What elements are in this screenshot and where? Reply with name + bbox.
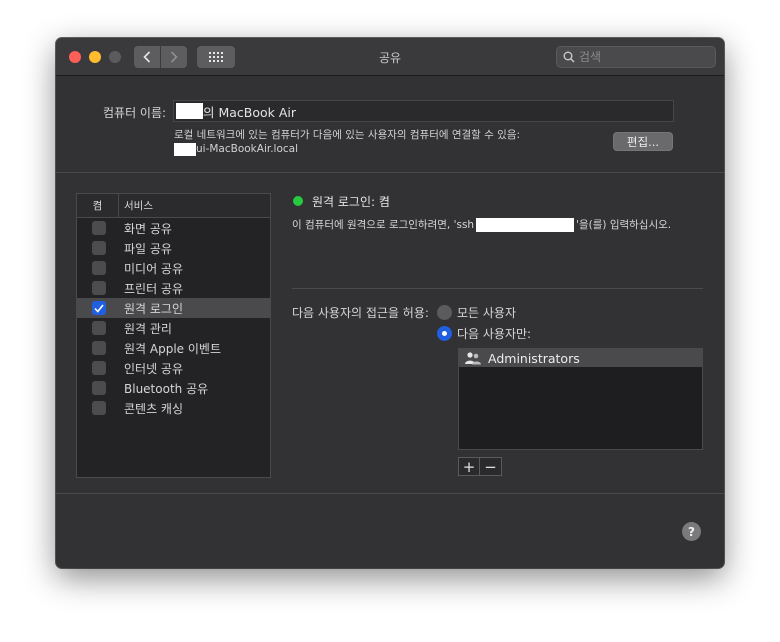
radio-only-these-users[interactable]: 다음 사용자만: <box>437 325 531 342</box>
service-row-remote-management[interactable]: 원격 관리 <box>77 318 270 338</box>
service-row-printer-sharing[interactable]: 프린터 공유 <box>77 278 270 298</box>
service-row-screen-sharing[interactable]: 화면 공유 <box>77 218 270 238</box>
search-field[interactable] <box>556 46 716 68</box>
ssh-instructions-before: 이 컴퓨터에 원격으로 로그인하려면, 'ssh <box>292 219 475 231</box>
service-label: 원격 Apple 이벤트 <box>124 341 221 356</box>
service-label: 인터넷 공유 <box>124 361 184 376</box>
service-label: 화면 공유 <box>124 221 172 236</box>
service-status: 원격 로그인: 켬 <box>312 195 390 209</box>
service-label: 원격 로그인 <box>124 301 184 316</box>
service-row-content-caching[interactable]: 콘텐츠 캐싱 <box>77 398 270 418</box>
service-row-internet-sharing[interactable]: 인터넷 공유 <box>77 358 270 378</box>
search-input[interactable] <box>579 50 709 64</box>
redacted-block <box>476 217 575 232</box>
sharing-window: 공유 컴퓨터 이름: 의 MacBook Air 로컬 네트워크에 있는 컴퓨터… <box>56 38 724 568</box>
computer-name-value: 의 MacBook Air <box>203 104 297 120</box>
allowed-users-list: Administrators <box>458 348 703 450</box>
services-list: 켬 서비스 화면 공유 파일 공유 미디어 공유 프린터 공유 원격 로그인 원… <box>76 193 271 478</box>
service-checkbox[interactable] <box>92 361 106 375</box>
service-checkbox[interactable] <box>92 301 106 315</box>
column-header-on[interactable]: 켬 <box>77 194 119 217</box>
service-label: 원격 관리 <box>124 321 172 336</box>
computer-name-label: 컴퓨터 이름: <box>103 106 167 120</box>
service-row-file-sharing[interactable]: 파일 공유 <box>77 238 270 258</box>
help-button[interactable]: ? <box>682 522 701 541</box>
ssh-instructions: 이 컴퓨터에 원격으로 로그인하려면, 'ssh '을(를) 입력하십시오. <box>292 217 671 232</box>
service-row-remote-apple-events[interactable]: 원격 Apple 이벤트 <box>77 338 270 358</box>
checkmark-icon <box>94 304 104 313</box>
service-checkbox[interactable] <box>92 261 106 275</box>
radio-button[interactable] <box>437 326 452 341</box>
radio-button[interactable] <box>437 305 452 320</box>
titlebar: 공유 <box>56 38 724 76</box>
service-checkbox[interactable] <box>92 281 106 295</box>
local-hostname-note-text: 로컬 네트워크에 있는 컴퓨터가 다음에 있는 사용자의 컴퓨터에 연결할 수 … <box>174 129 521 141</box>
column-header-service[interactable]: 서비스 <box>119 198 153 213</box>
service-label: 콘텐츠 캐싱 <box>124 401 184 416</box>
computer-name-field[interactable]: 의 MacBook Air <box>173 100 674 122</box>
service-checkbox[interactable] <box>92 221 106 235</box>
divider <box>56 493 724 494</box>
service-checkbox[interactable] <box>92 381 106 395</box>
remove-user-button[interactable]: − <box>480 457 502 476</box>
service-label: 미디어 공유 <box>124 261 184 276</box>
service-label: Bluetooth 공유 <box>124 381 209 396</box>
service-checkbox[interactable] <box>92 341 106 355</box>
add-user-button[interactable]: + <box>458 457 480 476</box>
service-row-bluetooth-sharing[interactable]: Bluetooth 공유 <box>77 378 270 398</box>
status-indicator <box>293 196 303 206</box>
service-checkbox[interactable] <box>92 241 106 255</box>
search-icon <box>563 51 575 63</box>
ssh-instructions-after: '을(를) 입력하십시오. <box>576 219 672 231</box>
local-hostname-row: ui-MacBookAir.local <box>174 142 520 156</box>
service-label: 프린터 공유 <box>124 281 184 296</box>
user-list-controls: + − <box>458 457 502 476</box>
radio-label: 다음 사용자만: <box>457 327 532 341</box>
divider <box>56 172 724 173</box>
service-row-media-sharing[interactable]: 미디어 공유 <box>77 258 270 278</box>
user-row[interactable]: Administrators <box>459 349 702 367</box>
service-checkbox[interactable] <box>92 321 106 335</box>
local-hostname-note: 로컬 네트워크에 있는 컴퓨터가 다음에 있는 사용자의 컴퓨터에 연결할 수 … <box>174 128 520 156</box>
redacted-block <box>176 103 203 119</box>
redacted-block <box>174 142 196 156</box>
service-row-remote-login[interactable]: 원격 로그인 <box>77 298 270 318</box>
user-group-icon <box>465 352 481 365</box>
services-header: 켬 서비스 <box>77 194 270 218</box>
service-checkbox[interactable] <box>92 401 106 415</box>
local-hostname: ui-MacBookAir.local <box>196 143 299 155</box>
allow-access-label: 다음 사용자의 접근을 허용: <box>292 306 429 320</box>
services-rows: 화면 공유 파일 공유 미디어 공유 프린터 공유 원격 로그인 원격 관리 원… <box>77 218 270 418</box>
edit-button[interactable]: 편집... <box>613 132 673 151</box>
divider <box>292 288 703 289</box>
service-label: 파일 공유 <box>124 241 172 256</box>
user-name: Administrators <box>488 350 580 366</box>
radio-all-users[interactable]: 모든 사용자 <box>437 304 516 321</box>
radio-label: 모든 사용자 <box>457 306 517 320</box>
